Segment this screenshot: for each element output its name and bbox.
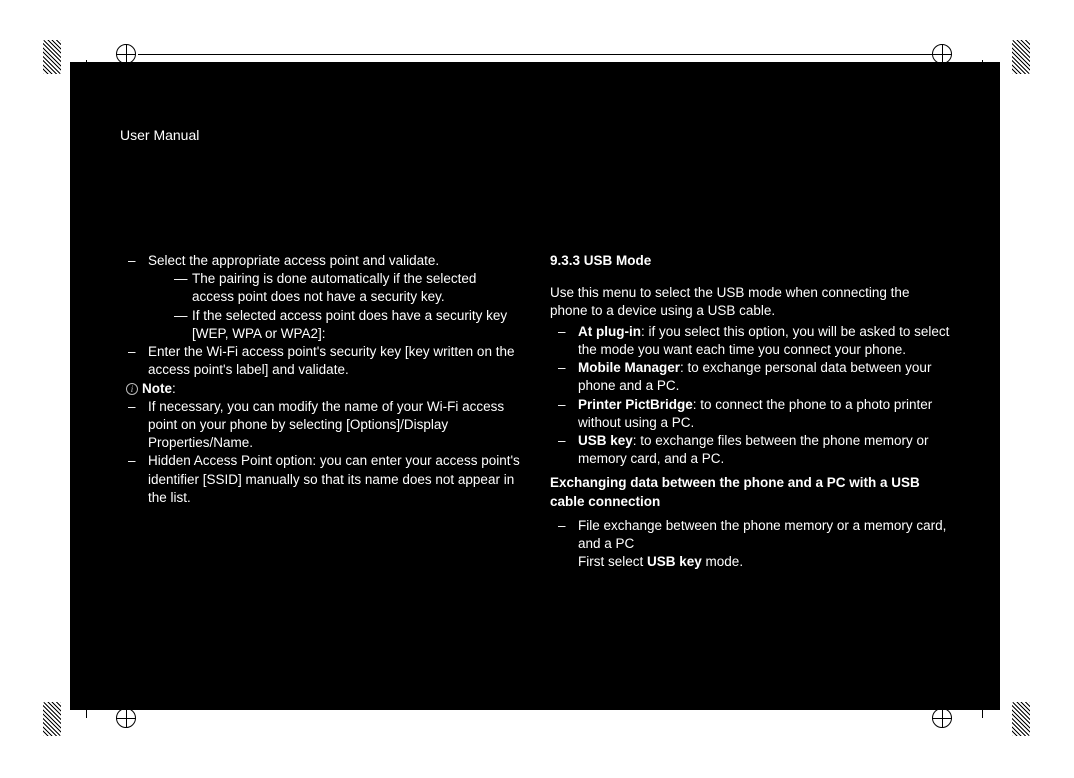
option-name: At plug-in xyxy=(578,324,641,339)
subsection-heading: Exchanging data between the phone and a … xyxy=(550,474,950,510)
crop-mark xyxy=(982,76,1000,77)
crop-mark xyxy=(86,60,87,78)
body-text: File exchange between the phone memory o… xyxy=(578,518,946,551)
crop-mark xyxy=(86,700,87,718)
registration-target-icon xyxy=(932,708,952,728)
list-item: At plug-in: if you select this option, y… xyxy=(550,323,950,359)
body-text: mode. xyxy=(702,554,743,569)
right-column: 9.3.3 USB Mode Use this menu to select t… xyxy=(550,252,950,572)
note-row: i Note: xyxy=(120,380,520,398)
inline-bold: USB key xyxy=(647,554,702,569)
registration-target-icon xyxy=(116,44,136,64)
registration-hatch xyxy=(43,40,61,74)
sub-list-item: The pairing is done automatically if the… xyxy=(148,270,520,306)
list-item: Select the appropriate access point and … xyxy=(120,252,520,343)
body-text: Use this menu to select the USB mode whe… xyxy=(550,284,950,320)
registration-target-icon xyxy=(932,44,952,64)
crop-mark xyxy=(982,60,983,78)
page-root: 254073788_P'0523_FCC-US_en.book Page 47 … xyxy=(0,0,1074,778)
list-item: File exchange between the phone memory o… xyxy=(550,517,950,572)
body-text: First select xyxy=(578,554,647,569)
list-item: Printer PictBridge: to connect the phone… xyxy=(550,396,950,432)
list-item: Enter the Wi-Fi access point's security … xyxy=(120,343,520,379)
header-rule xyxy=(138,54,932,55)
option-name: USB key xyxy=(578,433,633,448)
option-name: Mobile Manager xyxy=(578,360,680,375)
registration-hatch xyxy=(1012,702,1030,736)
list-item: USB key: to exchange files between the p… xyxy=(550,432,950,468)
info-icon: i xyxy=(126,383,138,395)
list-item: Mobile Manager: to exchange personal dat… xyxy=(550,359,950,395)
registration-target-icon xyxy=(116,708,136,728)
option-name: Printer PictBridge xyxy=(578,397,693,412)
sub-list-item: If the selected access point does have a… xyxy=(148,307,520,343)
list-item: Hidden Access Point option: you can ente… xyxy=(120,452,520,507)
left-column: Select the appropriate access point and … xyxy=(120,252,520,572)
crop-mark xyxy=(982,700,983,718)
document-page: User Manual Select the appropriate acces… xyxy=(70,62,1000,710)
body-text: Select the appropriate access point and … xyxy=(148,253,439,268)
section-heading: 9.3.3 USB Mode xyxy=(550,252,950,270)
content-columns: Select the appropriate access point and … xyxy=(120,252,950,572)
doc-title: User Manual xyxy=(120,127,199,143)
list-item: If necessary, you can modify the name of… xyxy=(120,398,520,453)
note-label: Note xyxy=(142,381,172,396)
note-colon: : xyxy=(172,381,176,396)
registration-hatch xyxy=(43,702,61,736)
crop-mark xyxy=(982,700,1000,701)
registration-hatch xyxy=(1012,40,1030,74)
